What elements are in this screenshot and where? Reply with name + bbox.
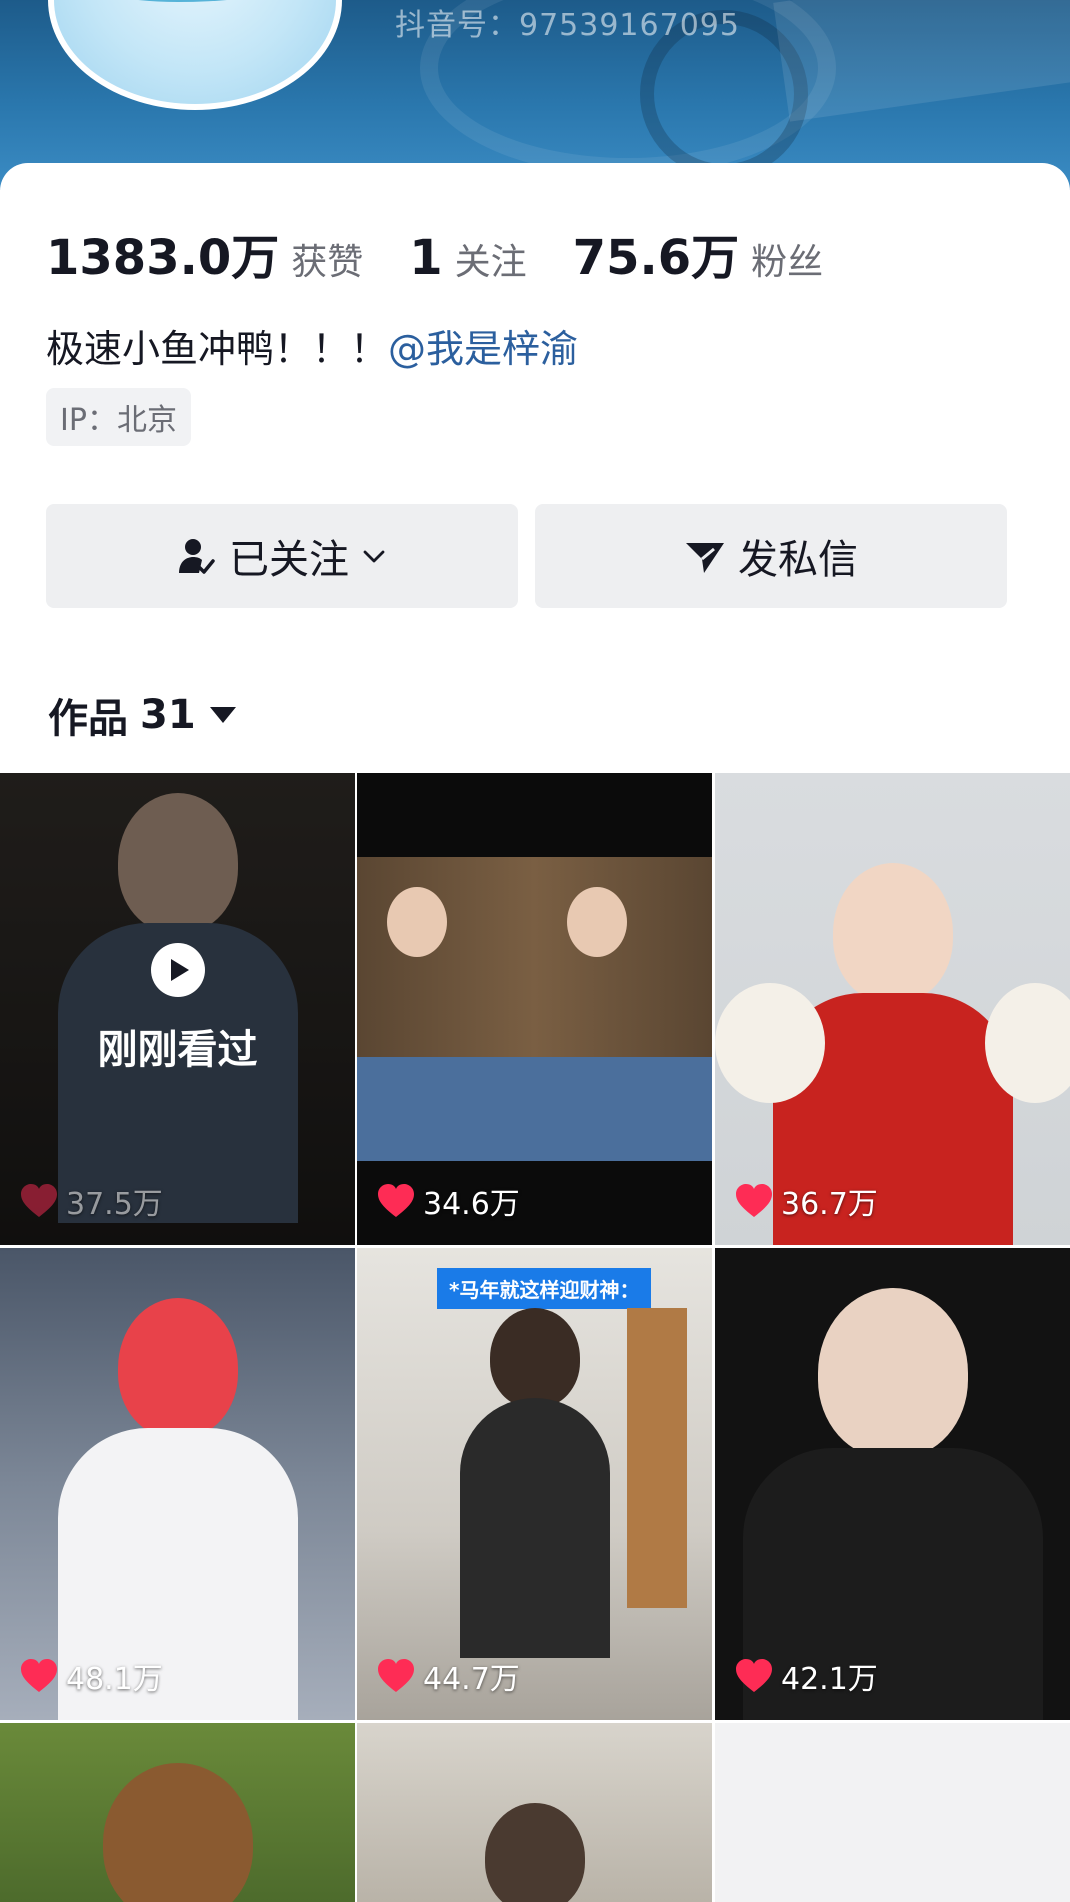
stat-likes-count: 1383.0万 xyxy=(46,230,280,286)
followed-button-label: 已关注 xyxy=(229,537,349,583)
like-count: 44.7万 xyxy=(377,1654,520,1698)
video-thumbnail xyxy=(459,1308,610,1658)
video-tile[interactable]: 34.6万 xyxy=(357,773,712,1245)
caret-down-icon xyxy=(209,707,236,723)
like-count-value: 42.1万 xyxy=(781,1662,878,1697)
video-tile[interactable] xyxy=(0,1723,355,1902)
send-message-label: 发私信 xyxy=(738,537,858,583)
video-tile[interactable]: 48.1万 xyxy=(0,1248,355,1720)
send-message-button[interactable]: 发私信 xyxy=(535,504,1007,608)
lion-lantern xyxy=(715,983,825,1103)
user-check-icon xyxy=(179,539,215,574)
send-icon xyxy=(686,543,724,573)
like-count-value: 37.5万 xyxy=(66,1187,163,1222)
stat-likes-label: 获赞 xyxy=(291,242,364,283)
works-grid: 刚刚看过 37.5万 34.6万 36.7万 48.1万 *马年就这样迎财神： … xyxy=(0,773,1070,1902)
works-tab-label: 作品 xyxy=(48,696,128,742)
video-tile[interactable]: 42.1万 xyxy=(715,1248,1070,1720)
profile-banner: 抖音号：97539167095 xyxy=(0,0,1070,190)
video-thumbnail xyxy=(357,857,712,1161)
video-tile[interactable]: 36.7万 xyxy=(715,773,1070,1245)
heart-icon xyxy=(736,1184,772,1217)
stat-likes[interactable]: 1383.0万 获赞 xyxy=(46,218,363,288)
ip-location-tag: IP：北京 xyxy=(46,388,191,446)
stat-followers-label: 粉丝 xyxy=(751,242,824,283)
banner-decoration xyxy=(773,0,1070,122)
like-count: 42.1万 xyxy=(735,1654,878,1698)
video-tile[interactable]: 刚刚看过 37.5万 xyxy=(0,773,355,1245)
avatar[interactable] xyxy=(48,0,342,110)
like-count: 36.7万 xyxy=(735,1179,878,1223)
heart-icon xyxy=(21,1184,57,1217)
works-count: 31 xyxy=(140,692,196,738)
heart-icon xyxy=(378,1659,414,1692)
heart-icon xyxy=(736,1659,772,1692)
followed-button[interactable]: 已关注 xyxy=(46,504,518,608)
like-count-value: 36.7万 xyxy=(781,1187,878,1222)
video-thumbnail xyxy=(484,1803,585,1902)
tab-works[interactable]: 作品 31 xyxy=(48,686,236,744)
chevron-down-icon xyxy=(363,550,385,563)
video-tile[interactable] xyxy=(357,1723,712,1902)
stat-followers[interactable]: 75.6万 粉丝 xyxy=(573,218,823,288)
like-count-value: 44.7万 xyxy=(423,1662,520,1697)
bio-mention-link[interactable]: @我是梓渝 xyxy=(388,327,578,371)
video-tile[interactable]: *马年就这样迎财神： 44.7万 xyxy=(357,1248,712,1720)
heart-icon xyxy=(21,1659,57,1692)
door xyxy=(627,1308,687,1608)
bio-text: 极速小鱼冲鸭！！！ xyxy=(46,327,389,371)
profile-bio: 极速小鱼冲鸭！！！@我是梓渝 xyxy=(46,318,578,373)
like-count-value: 34.6万 xyxy=(423,1187,520,1222)
recently-viewed-label: 刚刚看过 xyxy=(97,1027,258,1073)
recently-viewed-overlay: 刚刚看过 xyxy=(0,773,355,1245)
heart-icon xyxy=(378,1184,414,1217)
like-count: 37.5万 xyxy=(20,1179,163,1223)
play-icon xyxy=(150,943,205,997)
empty-tile xyxy=(715,1723,1070,1902)
avatar-art xyxy=(74,0,334,2)
stat-followers-count: 75.6万 xyxy=(572,230,740,286)
profile-stats: 1383.0万 获赞 1 关注 75.6万 粉丝 xyxy=(46,218,869,288)
like-count-value: 48.1万 xyxy=(66,1662,163,1697)
like-count: 48.1万 xyxy=(20,1654,163,1698)
video-caption-tag: *马年就这样迎财神： xyxy=(437,1268,652,1309)
stat-following[interactable]: 1 关注 xyxy=(409,230,526,286)
video-thumbnail xyxy=(102,1763,253,1902)
stat-following-count: 1 xyxy=(409,230,443,286)
douyin-id[interactable]: 抖音号：97539167095 xyxy=(395,0,740,44)
stat-following-label: 关注 xyxy=(454,242,527,283)
like-count: 34.6万 xyxy=(377,1179,520,1223)
